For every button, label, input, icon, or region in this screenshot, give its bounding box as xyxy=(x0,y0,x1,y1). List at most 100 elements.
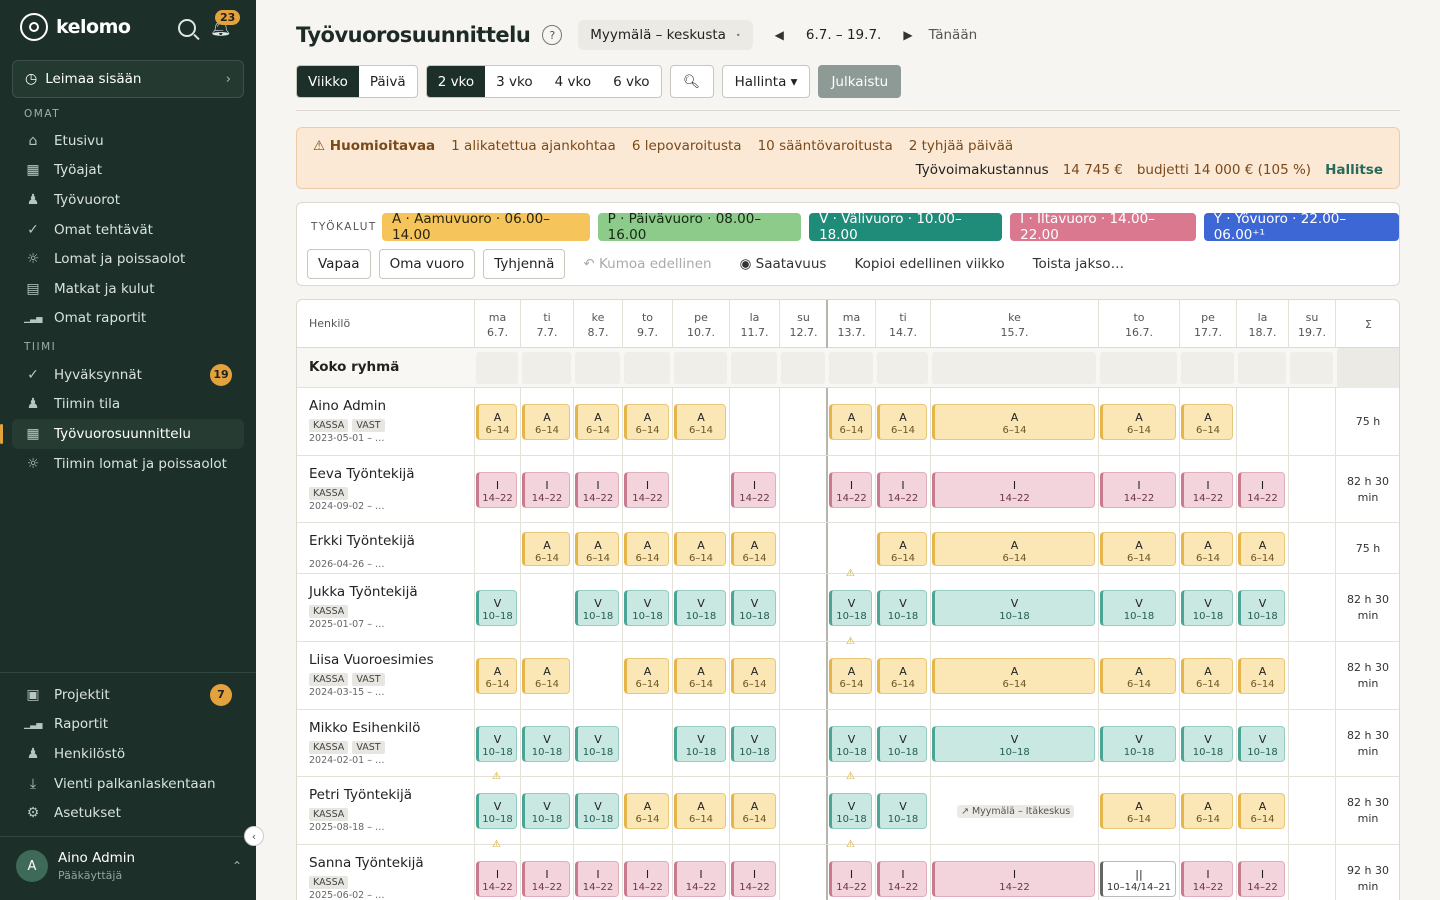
nav-item-tiimin-lomat-ja-poissaolot[interactable]: ☼ Tiimin lomat ja poissaolot xyxy=(12,449,244,479)
shift-cell[interactable]: A 6–14 xyxy=(575,404,619,440)
nav-item-asetukset[interactable]: ⚙ Asetukset xyxy=(12,798,244,828)
nav-item-työajat[interactable]: ▦ Työajat xyxy=(12,156,244,186)
undo-button[interactable]: ↶ Kumoa edellinen xyxy=(573,256,721,272)
free-button[interactable]: Vapaa xyxy=(307,249,371,279)
shift-cell[interactable]: I 14–22 xyxy=(1100,472,1176,508)
collapse-sidebar-button[interactable]: ‹ xyxy=(244,826,264,846)
shift-cell[interactable]: A 6–14 xyxy=(476,658,517,694)
today-button[interactable]: Tänään xyxy=(929,27,978,43)
shift-cell[interactable]: A 6–14 xyxy=(877,404,927,440)
shift-cell[interactable]: V 10–18 xyxy=(877,590,927,626)
shift-cell[interactable]: A 6–14 xyxy=(1181,532,1233,566)
user-menu[interactable]: A Aino Admin Pääkäyttäjä ⌃ xyxy=(16,850,242,882)
shift-cell[interactable]: I 14–22 xyxy=(522,861,570,897)
nav-item-matkat-ja-kulut[interactable]: ▤ Matkat ja kulut xyxy=(12,274,244,304)
shift-cell[interactable]: I 14–22 xyxy=(877,861,927,897)
person-name[interactable]: Eeva Työntekijä xyxy=(309,466,415,482)
nav-item-työvuorot[interactable]: ♟ Työvuorot xyxy=(12,185,244,215)
shift-cell[interactable]: A 6–14 xyxy=(1100,658,1176,694)
shift-cell[interactable]: A 6–14 xyxy=(522,658,570,694)
nav-item-etusivu[interactable]: ⌂ Etusivu xyxy=(12,126,244,156)
shift-cell[interactable]: V 10–18 xyxy=(522,793,570,829)
shift-cell[interactable]: A 6–14 xyxy=(1238,658,1285,694)
shift-cell[interactable]: A 6–14 xyxy=(932,658,1095,694)
shift-cell[interactable]: A 6–14 xyxy=(674,793,726,829)
shift-cell[interactable]: A 6–14 xyxy=(829,658,872,694)
manage-budget-link[interactable]: Hallitse xyxy=(1325,162,1383,178)
shift-cell[interactable]: A 6–14 xyxy=(522,404,570,440)
shift-cell[interactable]: V 10–18 xyxy=(522,726,570,762)
shift-type-chip[interactable]: V · Välivuoro · 10.00–18.00 xyxy=(809,211,1003,243)
shift-cell[interactable]: A 6–14 xyxy=(932,532,1095,566)
person-name[interactable]: Sanna Työntekijä xyxy=(309,855,424,871)
shift-cell[interactable]: V 10–18 xyxy=(731,590,776,626)
shift-cell[interactable]: A 6–14 xyxy=(1100,404,1176,440)
repeat-period-button[interactable]: Toista jakso… xyxy=(1023,256,1135,272)
shift-cell[interactable]: A 6–14 xyxy=(674,658,726,694)
shift-cell[interactable]: I 14–22 xyxy=(522,472,570,508)
shift-cell[interactable]: V 10–18 xyxy=(1181,726,1233,762)
shift-cell[interactable]: I 14–22 xyxy=(575,472,619,508)
nav-item-työvuorosuunnittelu[interactable]: ▦ Työvuorosuunnittelu xyxy=(0,419,244,449)
span-6w[interactable]: 6 vko xyxy=(602,66,660,97)
search-icon[interactable] xyxy=(178,19,196,37)
search-button[interactable]: 🔍︎ xyxy=(669,65,714,98)
shift-cell[interactable]: I 14–22 xyxy=(476,472,517,508)
shift-cell[interactable]: A 6–14 xyxy=(1100,532,1176,566)
person-name[interactable]: Petri Työntekijä xyxy=(309,787,412,803)
shift-cell[interactable]: V 10–18 xyxy=(476,726,517,762)
shift-cell[interactable]: A 6–14 xyxy=(674,532,726,566)
shift-cell[interactable]: A 6–14 xyxy=(829,404,872,440)
shift-type-chip[interactable]: I · Iltavuoro · 14.00–22.00 xyxy=(1010,211,1196,243)
shift-cell[interactable]: I 14–22 xyxy=(624,472,669,508)
manage-button[interactable]: Hallinta ▾ xyxy=(721,65,811,98)
nav-item-tiimin-tila[interactable]: ♟ Tiimin tila xyxy=(12,390,244,420)
clear-button[interactable]: Tyhjennä xyxy=(483,249,566,279)
shift-cell[interactable]: V 10–18 xyxy=(1238,590,1285,626)
shift-cell[interactable]: V 10–18 xyxy=(932,590,1095,626)
shift-cell[interactable]: I 14–22 xyxy=(1238,861,1285,897)
custom-shift-button[interactable]: Oma vuoro xyxy=(378,249,476,279)
person-name[interactable]: Erkki Työntekijä xyxy=(309,533,415,549)
next-period-button[interactable]: ▶ xyxy=(903,28,912,42)
span-4w[interactable]: 4 vko xyxy=(544,66,602,97)
shift-cell[interactable]: V 10–18 xyxy=(829,590,872,626)
shift-cell[interactable]: I 14–22 xyxy=(829,472,872,508)
shift-cell[interactable]: I 14–22 xyxy=(932,861,1095,897)
shift-cell[interactable]: A 6–14 xyxy=(476,404,517,440)
shift-type-chip[interactable]: A · Aamuvuoro · 06.00–14.00 xyxy=(382,211,590,243)
view-week[interactable]: Viikko xyxy=(297,66,359,97)
shift-cell[interactable]: V 10–18 xyxy=(674,590,726,626)
shift-cell[interactable]: I 14–22 xyxy=(575,861,619,897)
person-name[interactable]: Aino Admin xyxy=(309,398,386,414)
shift-cell[interactable]: V 10–18 xyxy=(1181,590,1233,626)
nav-item-raportit[interactable]: ▁▃▅ Raportit xyxy=(12,710,244,740)
alert-item[interactable]: 2 tyhjää päivää xyxy=(909,138,1013,154)
shift-cell[interactable]: I 14–22 xyxy=(731,472,776,508)
shift-cell[interactable]: V 10–18 xyxy=(624,590,669,626)
person-name[interactable]: Liisa Vuoroesimies xyxy=(309,652,434,668)
shift-cell[interactable]: V 10–18 xyxy=(575,726,619,762)
copy-previous-week-button[interactable]: Kopioi edellinen viikko xyxy=(844,256,1014,272)
shift-cell[interactable]: A 6–14 xyxy=(731,658,776,694)
shift-cell[interactable]: A 6–14 xyxy=(932,404,1095,440)
help-icon[interactable]: ? xyxy=(542,25,563,45)
shift-cell[interactable]: A 6–14 xyxy=(1238,793,1285,829)
shift-cell[interactable]: V 10–18 xyxy=(1100,726,1176,762)
nav-item-projektit[interactable]: ▣ Projektit 7 xyxy=(12,680,244,710)
shift-cell[interactable]: V 10–18 xyxy=(476,590,517,626)
shift-cell[interactable]: A 6–14 xyxy=(624,532,669,566)
shift-cell[interactable]: A 6–14 xyxy=(1181,404,1233,440)
shift-cell[interactable]: I 14–22 xyxy=(476,861,517,897)
store-select[interactable]: Myymälä – keskusta • xyxy=(578,20,753,50)
shift-cell[interactable]: V 10–18 xyxy=(731,726,776,762)
shift-cell[interactable]: A 6–14 xyxy=(877,532,927,566)
nav-item-omat-tehtävät[interactable]: ✓ Omat tehtävät xyxy=(12,215,244,245)
person-name[interactable]: Mikko Esihenkilö xyxy=(309,720,420,736)
shift-cell[interactable]: A 6–14 xyxy=(522,532,570,566)
shift-cell[interactable]: V 10–18 xyxy=(1100,590,1176,626)
shift-cell[interactable]: I 14–22 xyxy=(1181,861,1233,897)
shift-cell[interactable]: A 6–14 xyxy=(624,658,669,694)
shift-cell[interactable]: A 6–14 xyxy=(624,793,669,829)
shift-cell[interactable]: I 14–22 xyxy=(731,861,776,897)
